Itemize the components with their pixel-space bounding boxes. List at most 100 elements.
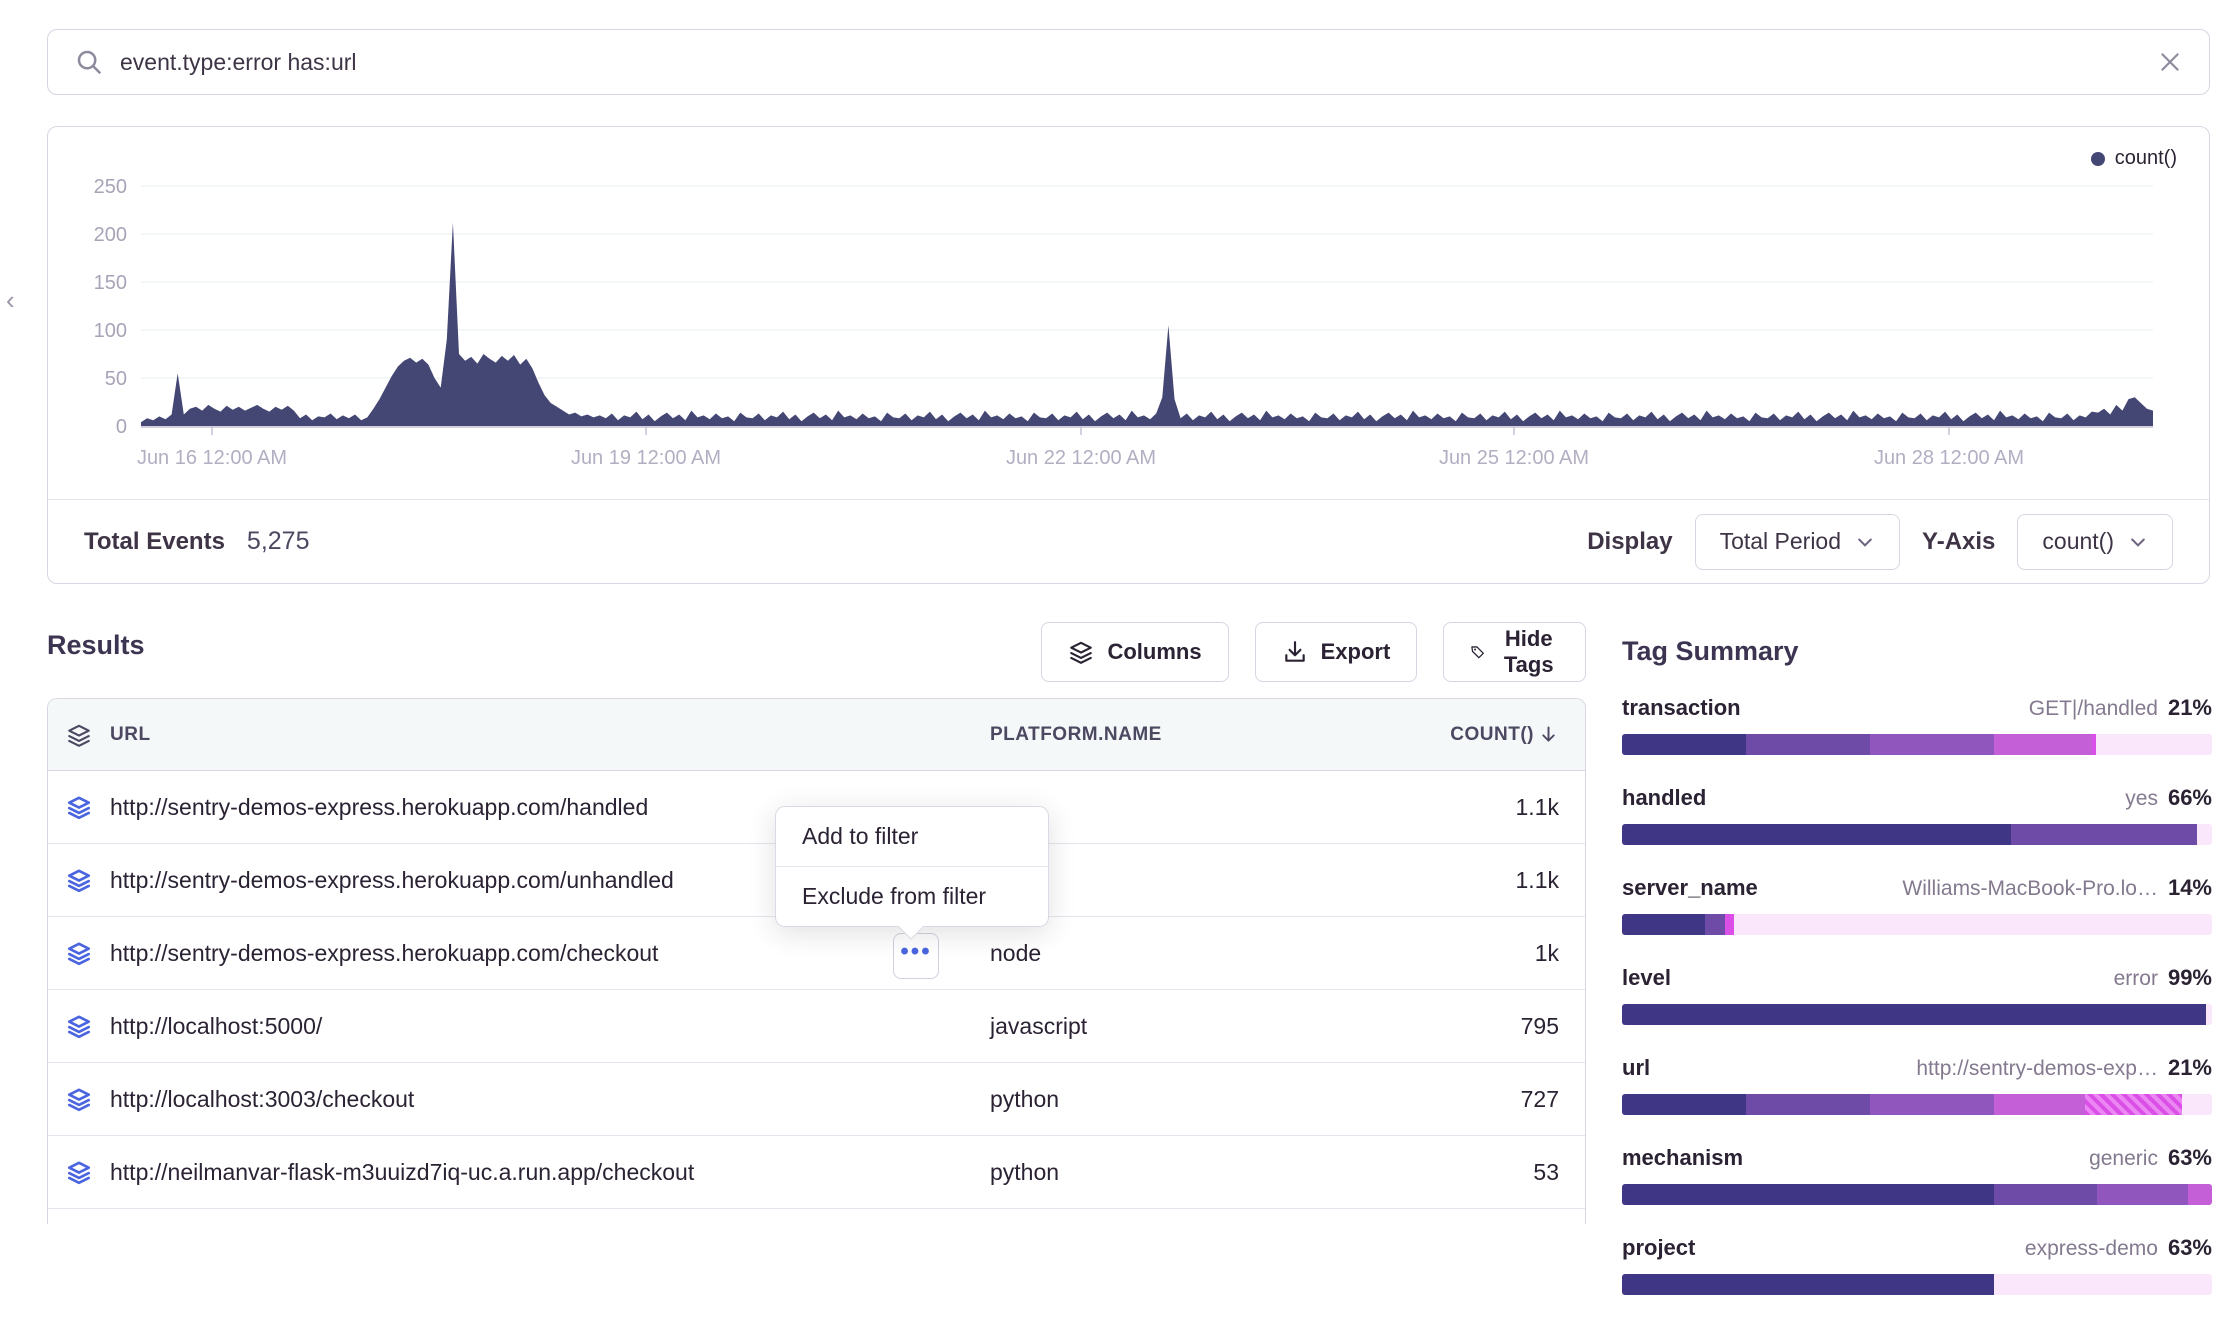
layers-icon bbox=[48, 1086, 110, 1112]
display-label: Display bbox=[1587, 528, 1672, 556]
tag-distribution-bar[interactable] bbox=[1622, 914, 2212, 935]
count-cell[interactable]: 795 bbox=[1430, 1013, 1585, 1040]
tag-bar-segment[interactable] bbox=[1746, 734, 1870, 755]
svg-text:50: 50 bbox=[105, 368, 127, 390]
tag-bar-segment[interactable] bbox=[1622, 914, 1705, 935]
tag-bar-segment[interactable] bbox=[1870, 734, 1994, 755]
tag-summary-title: Tag Summary bbox=[1622, 636, 2212, 667]
tag-summary-row: mechanismgeneric63% bbox=[1622, 1145, 2212, 1205]
tag-bar-segment[interactable] bbox=[2085, 1094, 2182, 1115]
tag-icon bbox=[1470, 639, 1485, 665]
layers-icon bbox=[48, 1159, 110, 1185]
cell-actions-button[interactable]: ••• bbox=[893, 933, 939, 979]
column-header-platform[interactable]: PLATFORM.NAME bbox=[990, 724, 1430, 746]
tag-bar-segment[interactable] bbox=[2092, 734, 2097, 755]
total-events-label: Total Events bbox=[84, 528, 225, 556]
tag-bar-segment[interactable] bbox=[1622, 1274, 1994, 1295]
tag-top-percent: 14% bbox=[2168, 875, 2212, 901]
tag-distribution-bar[interactable] bbox=[1622, 1094, 2212, 1115]
chevron-down-icon bbox=[1855, 532, 1875, 552]
tag-bar-segment[interactable] bbox=[2011, 824, 2197, 845]
tag-summary-row: levelerror99% bbox=[1622, 965, 2212, 1025]
platform-cell[interactable]: python bbox=[990, 1086, 1430, 1113]
column-header-count[interactable]: COUNT() bbox=[1430, 724, 1585, 746]
url-cell[interactable]: http://sentry-demos-express.herokuapp.co… bbox=[110, 940, 990, 967]
tag-distribution-bar[interactable] bbox=[1622, 824, 2212, 845]
platform-cell[interactable]: python bbox=[990, 1159, 1430, 1186]
tag-summary-row: server_nameWilliams-MacBook-Pro.lo…14% bbox=[1622, 875, 2212, 935]
tag-top-value: error bbox=[2114, 967, 2158, 991]
tag-bar-segment[interactable] bbox=[1870, 1094, 1994, 1115]
layers-icon bbox=[48, 940, 110, 966]
tag-distribution-bar[interactable] bbox=[1622, 734, 2212, 755]
cell-actions-menu: Add to filter Exclude from filter bbox=[775, 806, 1049, 927]
svg-text:Jun 19 12:00 AM: Jun 19 12:00 AM bbox=[571, 447, 721, 469]
table-row[interactable]: http://neilmanvar-flask-m3uuizd7iq-uc.a.… bbox=[48, 1136, 1585, 1209]
layers-icon bbox=[48, 794, 110, 820]
tag-summary-row: handledyes66% bbox=[1622, 785, 2212, 845]
download-icon bbox=[1282, 639, 1308, 665]
tag-bar-segment[interactable] bbox=[1622, 1184, 1994, 1205]
table-header: URL PLATFORM.NAME COUNT() bbox=[48, 699, 1585, 771]
svg-text:0: 0 bbox=[116, 416, 127, 438]
tag-bar-segment[interactable] bbox=[1622, 824, 2011, 845]
results-title: Results bbox=[47, 630, 145, 661]
tag-distribution-bar[interactable] bbox=[1622, 1274, 2212, 1295]
tag-distribution-bar[interactable] bbox=[1622, 1184, 2212, 1205]
tag-bar-segment[interactable] bbox=[1746, 1094, 1870, 1115]
count-cell[interactable]: 1.1k bbox=[1430, 794, 1585, 821]
display-select[interactable]: Total Period bbox=[1695, 514, 1900, 570]
search-input[interactable] bbox=[120, 49, 2157, 76]
tag-summary-row: urlhttp://sentry-demos-exp…21% bbox=[1622, 1055, 2212, 1115]
tag-name: transaction bbox=[1622, 695, 1741, 721]
url-cell[interactable]: http://localhost:5000/ bbox=[110, 1013, 990, 1040]
tag-top-percent: 21% bbox=[2168, 695, 2212, 721]
tag-top-value: yes bbox=[2125, 787, 2158, 811]
y-axis-select[interactable]: count() bbox=[2017, 514, 2173, 570]
menu-item-add-to-filter[interactable]: Add to filter bbox=[776, 807, 1048, 866]
clear-search-icon[interactable] bbox=[2157, 49, 2183, 75]
tag-bar-segment[interactable] bbox=[1622, 1094, 1746, 1115]
search-icon bbox=[74, 47, 104, 77]
table-row[interactable]: http://localhost:3003/checkoutpython727 bbox=[48, 1063, 1585, 1136]
svg-text:Jun 25 12:00 AM: Jun 25 12:00 AM bbox=[1439, 447, 1589, 469]
tag-summary-row: projectexpress-demo63% bbox=[1622, 1235, 2212, 1295]
columns-button[interactable]: Columns bbox=[1041, 622, 1228, 682]
tag-distribution-bar[interactable] bbox=[1622, 1004, 2212, 1025]
svg-text:250: 250 bbox=[94, 176, 127, 198]
count-cell[interactable]: 53 bbox=[1430, 1159, 1585, 1186]
tag-summary-panel: Tag Summary transactionGET|/handled21%ha… bbox=[1622, 636, 2212, 1325]
export-button[interactable]: Export bbox=[1255, 622, 1418, 682]
tag-bar-segment[interactable] bbox=[2188, 1184, 2212, 1205]
tag-top-percent: 99% bbox=[2168, 965, 2212, 991]
tag-top-percent: 63% bbox=[2168, 1235, 2212, 1261]
tag-bar-segment[interactable] bbox=[1622, 734, 1746, 755]
search-bar[interactable] bbox=[47, 29, 2210, 95]
tag-name: handled bbox=[1622, 785, 1706, 811]
count-cell[interactable]: 1k bbox=[1430, 940, 1585, 967]
url-cell[interactable]: http://neilmanvar-flask-m3uuizd7iq-uc.a.… bbox=[110, 1159, 990, 1186]
tag-bar-segment[interactable] bbox=[2097, 1184, 2188, 1205]
tag-name: url bbox=[1622, 1055, 1650, 1081]
svg-text:100: 100 bbox=[94, 320, 127, 342]
tag-bar-segment[interactable] bbox=[1994, 1094, 2085, 1115]
tag-top-value: Williams-MacBook-Pro.lo… bbox=[1902, 877, 2158, 901]
platform-cell[interactable]: javascript bbox=[990, 1013, 1430, 1040]
svg-text:Jun 28 12:00 AM: Jun 28 12:00 AM bbox=[1874, 447, 2024, 469]
count-cell[interactable]: 1.1k bbox=[1430, 867, 1585, 894]
tag-bar-segment[interactable] bbox=[1725, 914, 1734, 935]
count-cell[interactable]: 727 bbox=[1430, 1086, 1585, 1113]
platform-cell[interactable]: node bbox=[990, 940, 1430, 967]
column-header-url[interactable]: URL bbox=[110, 724, 990, 746]
hide-tags-button[interactable]: Hide Tags bbox=[1443, 622, 1586, 682]
table-row[interactable]: http://localhost:5000/javascript795 bbox=[48, 990, 1585, 1063]
tag-bar-segment[interactable] bbox=[1622, 1004, 2206, 1025]
tag-bar-segment[interactable] bbox=[1705, 914, 1726, 935]
panel-collapse-icon[interactable]: ‹ bbox=[6, 284, 30, 316]
layers-icon[interactable] bbox=[48, 722, 110, 748]
tag-bar-segment[interactable] bbox=[1994, 1184, 2097, 1205]
table-row[interactable]: http://sentry-demos-express.herokuapp.co… bbox=[48, 917, 1585, 990]
tag-bar-segment[interactable] bbox=[1994, 734, 2092, 755]
events-area-chart[interactable]: 050100150200250Jun 16 12:00 AMJun 19 12:… bbox=[48, 127, 2208, 501]
url-cell[interactable]: http://localhost:3003/checkout bbox=[110, 1086, 990, 1113]
